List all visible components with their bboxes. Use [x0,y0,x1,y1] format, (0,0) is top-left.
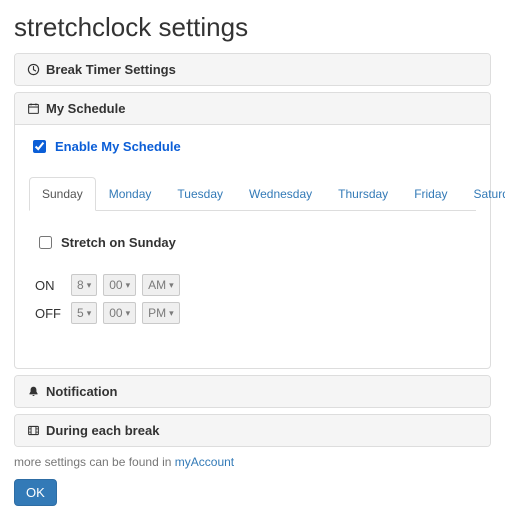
on-time-row: ON 8 ▾ 00 ▾ AM ▾ [35,274,470,296]
chevron-down-icon: ▾ [169,280,174,291]
stretch-on-checkbox[interactable] [39,236,52,249]
off-hour-select[interactable]: 5 ▾ [71,302,97,324]
on-ampm-select[interactable]: AM ▾ [142,274,180,296]
my-schedule-body: Enable My Schedule Sunday Monday Tuesday… [15,125,490,368]
enable-my-schedule-checkbox[interactable] [33,140,46,153]
tab-saturday[interactable]: Saturday [461,177,505,211]
on-minute-select[interactable]: 00 ▾ [103,274,136,296]
section-my-schedule: My Schedule Enable My Schedule Sunday Mo… [14,92,491,369]
chevron-down-icon: ▾ [126,308,131,319]
on-minute-value: 00 [109,278,122,292]
section-during-break: During each break [14,414,491,447]
ok-button[interactable]: OK [14,479,57,506]
day-tabs: Sunday Monday Tuesday Wednesday Thursday… [29,176,476,211]
section-break-timer: Break Timer Settings [14,53,491,86]
tab-content: Stretch on Sunday ON 8 ▾ 00 ▾ AM ▾ OFF [29,227,476,350]
section-break-timer-label: Break Timer Settings [46,62,176,77]
stretch-on-label: Stretch on Sunday [61,235,176,250]
tab-thursday[interactable]: Thursday [325,177,401,211]
section-during-break-header[interactable]: During each break [15,415,490,446]
off-label: OFF [35,306,65,321]
off-hour-value: 5 [77,306,84,320]
tab-monday[interactable]: Monday [96,177,165,211]
off-ampm-select[interactable]: PM ▾ [142,302,180,324]
chevron-down-icon: ▾ [126,280,131,291]
clock-icon [27,63,40,76]
footer-note: more settings can be found in myAccount [14,455,491,469]
on-hour-select[interactable]: 8 ▾ [71,274,97,296]
section-during-break-label: During each break [46,423,159,438]
tab-friday[interactable]: Friday [401,177,460,211]
footer-note-text: more settings can be found in [14,455,175,469]
page-title: stretchclock settings [14,12,491,43]
section-break-timer-header[interactable]: Break Timer Settings [15,54,490,85]
tab-sunday[interactable]: Sunday [29,177,96,211]
section-my-schedule-header[interactable]: My Schedule [15,93,490,125]
section-notification: Notification [14,375,491,408]
section-notification-label: Notification [46,384,118,399]
on-hour-value: 8 [77,278,84,292]
section-my-schedule-label: My Schedule [46,101,125,116]
my-account-link[interactable]: myAccount [175,455,234,469]
tab-tuesday[interactable]: Tuesday [164,177,236,211]
chevron-down-icon: ▾ [169,308,174,319]
enable-my-schedule-row: Enable My Schedule [29,137,476,156]
off-minute-value: 00 [109,306,122,320]
enable-my-schedule-label: Enable My Schedule [55,139,181,154]
chevron-down-icon: ▾ [87,308,92,319]
chevron-down-icon: ▾ [87,280,92,291]
off-ampm-value: PM [148,306,166,320]
section-notification-header[interactable]: Notification [15,376,490,407]
on-ampm-value: AM [148,278,166,292]
off-minute-select[interactable]: 00 ▾ [103,302,136,324]
on-label: ON [35,278,65,293]
calendar-icon [27,102,40,115]
film-icon [27,424,40,437]
bell-icon [27,385,40,398]
off-time-row: OFF 5 ▾ 00 ▾ PM ▾ [35,302,470,324]
stretch-on-row: Stretch on Sunday [35,233,470,252]
tab-wednesday[interactable]: Wednesday [236,177,325,211]
